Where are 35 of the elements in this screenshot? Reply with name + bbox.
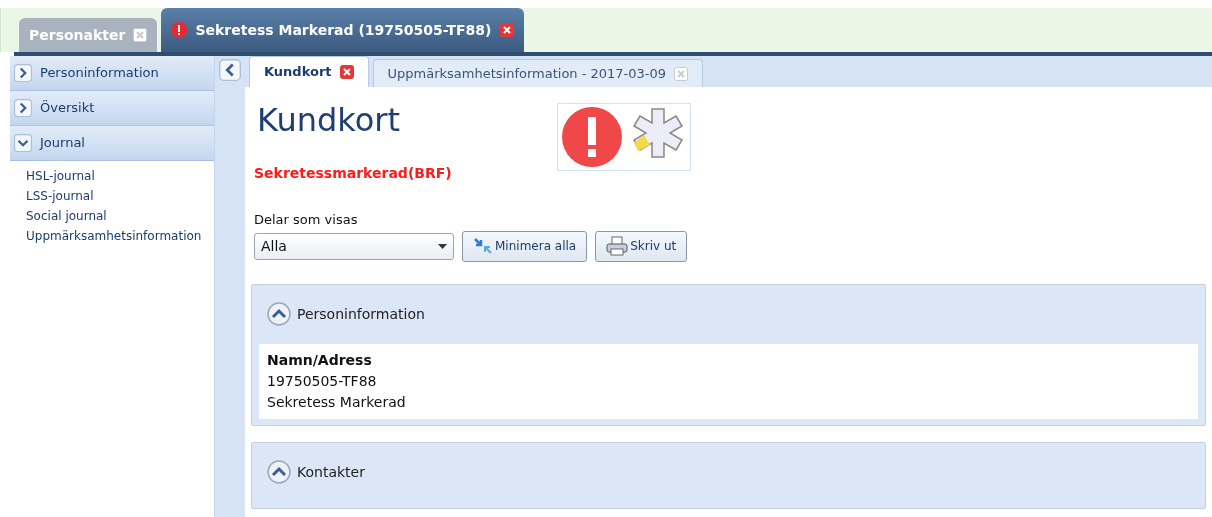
sidebar-section[interactable]: Personinformation <box>10 56 214 91</box>
section-label: Journal <box>40 134 85 153</box>
field-value: 19750505-TF88 <box>267 371 378 391</box>
tab-label: Uppmärksamhetsinformation - 2017-03-09 <box>387 64 667 83</box>
sidebar-link[interactable]: HSL-journal <box>26 167 198 185</box>
sidebar-link[interactable]: LSS-journal <box>26 187 198 205</box>
printer-icon <box>606 236 629 256</box>
close-icon[interactable] <box>339 65 354 79</box>
minimize-icon <box>473 237 493 255</box>
field-value: Sekretess Markerad <box>267 392 407 412</box>
tab-label: Sekretess Markerad (19750505-TF88) <box>195 20 492 40</box>
minimize-button[interactable]: Minimera alla <box>462 230 588 262</box>
sidebar-section[interactable]: Journal <box>10 126 214 161</box>
dropdown-arrow-icon <box>438 243 447 249</box>
tab-label: Personakter <box>29 25 126 45</box>
filter-label: Delar som visas <box>253 211 359 229</box>
close-icon[interactable] <box>499 23 514 37</box>
parts-dropdown[interactable]: Alla <box>254 232 454 260</box>
section-label: Översikt <box>40 99 95 118</box>
collapse-toggle-icon[interactable] <box>267 302 291 326</box>
collapse-toggle-icon[interactable] <box>267 460 291 484</box>
section-label: Personinformation <box>40 64 159 83</box>
field-heading: Namn/Adress <box>267 350 373 370</box>
tab[interactable]: Kundkort <box>249 56 369 87</box>
tab-label: Kundkort <box>264 63 332 82</box>
page-title: Kundkort <box>256 101 401 139</box>
sidebar-link[interactable]: Social journal <box>26 207 198 225</box>
tab[interactable]: Sekretess Markerad (19750505-TF88) <box>161 8 524 52</box>
tab[interactable]: Uppmärksamhetsinformation - 2017-03-09 <box>372 59 704 87</box>
panel-title: Kontakter <box>297 462 365 482</box>
print-button[interactable]: Skriv ut <box>595 230 688 262</box>
panel-title: Personinformation <box>297 304 425 324</box>
collapse-button[interactable] <box>219 59 241 81</box>
warning-text: Sekretessmarkerad(BRF) <box>253 164 453 183</box>
sidebar-section[interactable]: Översikt <box>10 91 214 126</box>
